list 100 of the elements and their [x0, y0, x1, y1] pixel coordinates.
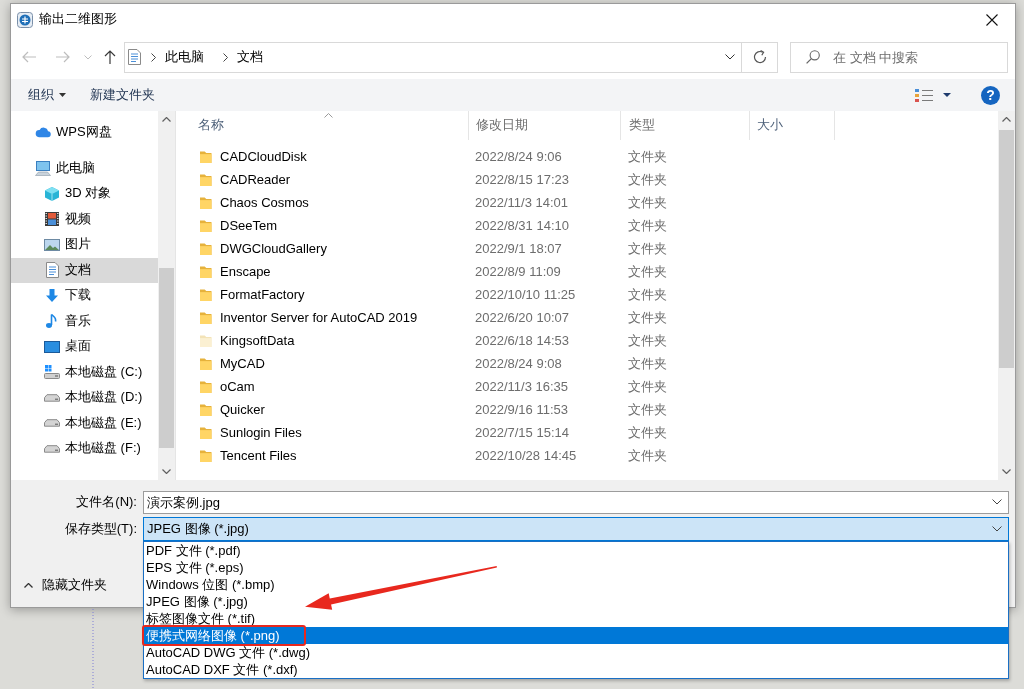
sidebar-item[interactable]: 此电脑 [11, 155, 158, 181]
dropdown-option[interactable]: 标签图像文件 (*.tif) [144, 610, 1008, 627]
file-name[interactable]: KingsoftData [220, 333, 295, 350]
download-arrow-icon [44, 287, 60, 304]
sidebar-item[interactable]: 下载 [11, 283, 158, 309]
sidebar-item[interactable]: 本地磁盘 (E:) [11, 410, 158, 436]
modified-date: 2022/6/18 14:53 [475, 333, 569, 349]
address-bar[interactable]: 此电脑 文档 [124, 41, 742, 73]
sidebar-item[interactable]: 视频 [11, 206, 158, 232]
chevron-down-icon [725, 54, 735, 60]
file-name[interactable]: DWGCloudGallery [220, 241, 327, 258]
refresh-icon [752, 50, 767, 64]
modified-date: 2022/10/10 11:25 [475, 287, 576, 303]
file-name[interactable]: CADCloudDisk [220, 149, 307, 166]
help-button[interactable]: ? [981, 85, 1000, 105]
file-type: 文件夹 [628, 218, 667, 234]
sidebar-item[interactable]: 图片 [11, 232, 158, 258]
modified-date: 2022/9/16 11:53 [475, 402, 568, 418]
modified-date: 2022/8/31 14:10 [475, 218, 569, 234]
organize-menu-button[interactable]: 组织 [22, 82, 72, 108]
dropdown-option[interactable]: AutoCAD DXF 文件 (*.dxf) [144, 661, 1008, 678]
sidebar-item[interactable]: 3D 对象 [11, 181, 158, 207]
file-type: 文件夹 [628, 172, 667, 188]
modified-date: 2022/8/9 11:09 [475, 264, 561, 280]
hide-folders-button[interactable]: 隐藏文件夹 [20, 573, 111, 597]
sidebar-item[interactable]: 音乐 [11, 308, 158, 334]
desktop-icon [44, 340, 60, 353]
up-arrow-icon [104, 50, 116, 64]
dropdown-option[interactable]: PDF 文件 (*.pdf) [144, 542, 1008, 559]
chevron-right-icon [223, 52, 228, 62]
sort-ascending-icon [324, 113, 333, 118]
file-name[interactable]: CADReader [220, 172, 291, 189]
file-name[interactable]: FormatFactory [220, 287, 305, 304]
caret-down-icon [59, 93, 66, 97]
refresh-button[interactable] [742, 41, 778, 73]
cube-icon [44, 185, 60, 202]
modified-date: 2022/8/24 9:08 [475, 356, 562, 372]
chevron-down-icon [992, 499, 1002, 505]
chevron-up-icon [24, 582, 33, 588]
chevron-up-icon [162, 117, 171, 122]
sidebar-item[interactable]: 文档 [11, 257, 158, 283]
file-type: 文件夹 [628, 241, 667, 257]
file-name[interactable]: Quicker [220, 402, 265, 419]
modified-date: 2022/11/3 16:35 [475, 379, 568, 395]
scrollbar-thumb[interactable] [999, 130, 1014, 368]
window-title: 输出二维图形 [39, 11, 117, 28]
file-type: 文件夹 [628, 379, 667, 395]
file-name[interactable]: Tencent Files [220, 448, 297, 465]
search-field[interactable]: 在 文档 中搜索 [790, 41, 1008, 73]
document-icon [44, 262, 60, 279]
caret-down-icon [943, 93, 951, 97]
dropdown-option[interactable]: AutoCAD DWG 文件 (*.dwg) [144, 644, 1008, 661]
dropdown-option[interactable]: JPEG 图像 (*.jpg) [144, 593, 1008, 610]
breadcrumb-item[interactable]: 文档 [237, 48, 263, 66]
column-header[interactable]: 大小 [749, 111, 835, 140]
file-type: 文件夹 [628, 425, 667, 441]
breadcrumb-item[interactable]: 此电脑 [165, 48, 204, 66]
file-name[interactable]: Sunlogin Files [220, 425, 302, 442]
file-type: 文件夹 [628, 356, 667, 372]
chevron-up-icon [1002, 117, 1011, 122]
file-name[interactable]: Inventor Server for AutoCAD 2019 [220, 310, 418, 327]
system-drive-icon [44, 364, 60, 381]
dropdown-option[interactable]: Windows 位图 (*.bmp) [144, 576, 1008, 593]
picture-icon [44, 238, 60, 251]
file-list-scrollbar[interactable] [998, 111, 1015, 480]
file-type: 文件夹 [628, 310, 667, 326]
sidebar-item[interactable]: 本地磁盘 (F:) [11, 436, 158, 462]
modified-date: 2022/9/1 18:07 [475, 241, 562, 257]
sidebar-item[interactable]: 本地磁盘 (D:) [11, 385, 158, 411]
file-name-field[interactable]: 演示案例.jpg [143, 491, 1009, 514]
drive-icon [44, 393, 60, 402]
modified-date: 2022/7/15 15:14 [475, 425, 569, 441]
sidebar-item[interactable]: 桌面 [11, 334, 158, 360]
toolbar-button[interactable]: 新建文件夹 [84, 82, 161, 108]
back-arrow-icon [22, 51, 36, 63]
field-label: 文件名(N): [75, 494, 137, 511]
document-icon [128, 49, 141, 65]
file-name[interactable]: Enscape [220, 264, 271, 281]
file-name[interactable]: oCam [220, 379, 255, 396]
column-header[interactable]: 名称 [176, 111, 468, 140]
scrollbar-thumb[interactable] [159, 268, 174, 448]
file-name[interactable]: Chaos Cosmos [220, 195, 309, 212]
app-logo-icon [17, 11, 33, 28]
dropdown-option[interactable]: 便携式网络图像 (*.png) [144, 627, 1008, 644]
column-header[interactable]: 修改日期 [468, 111, 620, 140]
sidebar-item[interactable]: 本地磁盘 (C:) [11, 359, 158, 385]
column-header[interactable]: 类型 [620, 111, 749, 140]
file-name[interactable]: MyCAD [220, 356, 265, 373]
file-type: 文件夹 [628, 264, 667, 280]
file-type: 文件夹 [628, 448, 667, 464]
save-type-select[interactable]: JPEG 图像 (*.jpg) [143, 517, 1009, 541]
file-type: 文件夹 [628, 402, 667, 418]
chevron-down-icon [992, 526, 1002, 532]
dropdown-option[interactable]: EPS 文件 (*.eps) [144, 559, 1008, 576]
file-type: 文件夹 [628, 149, 667, 165]
file-type: 文件夹 [628, 195, 667, 211]
sidebar-item[interactable]: WPS网盘 [11, 120, 158, 146]
sidebar-scrollbar[interactable] [158, 111, 175, 480]
modified-date: 2022/8/15 17:23 [475, 172, 569, 188]
file-name[interactable]: DSeeTem [220, 218, 278, 235]
